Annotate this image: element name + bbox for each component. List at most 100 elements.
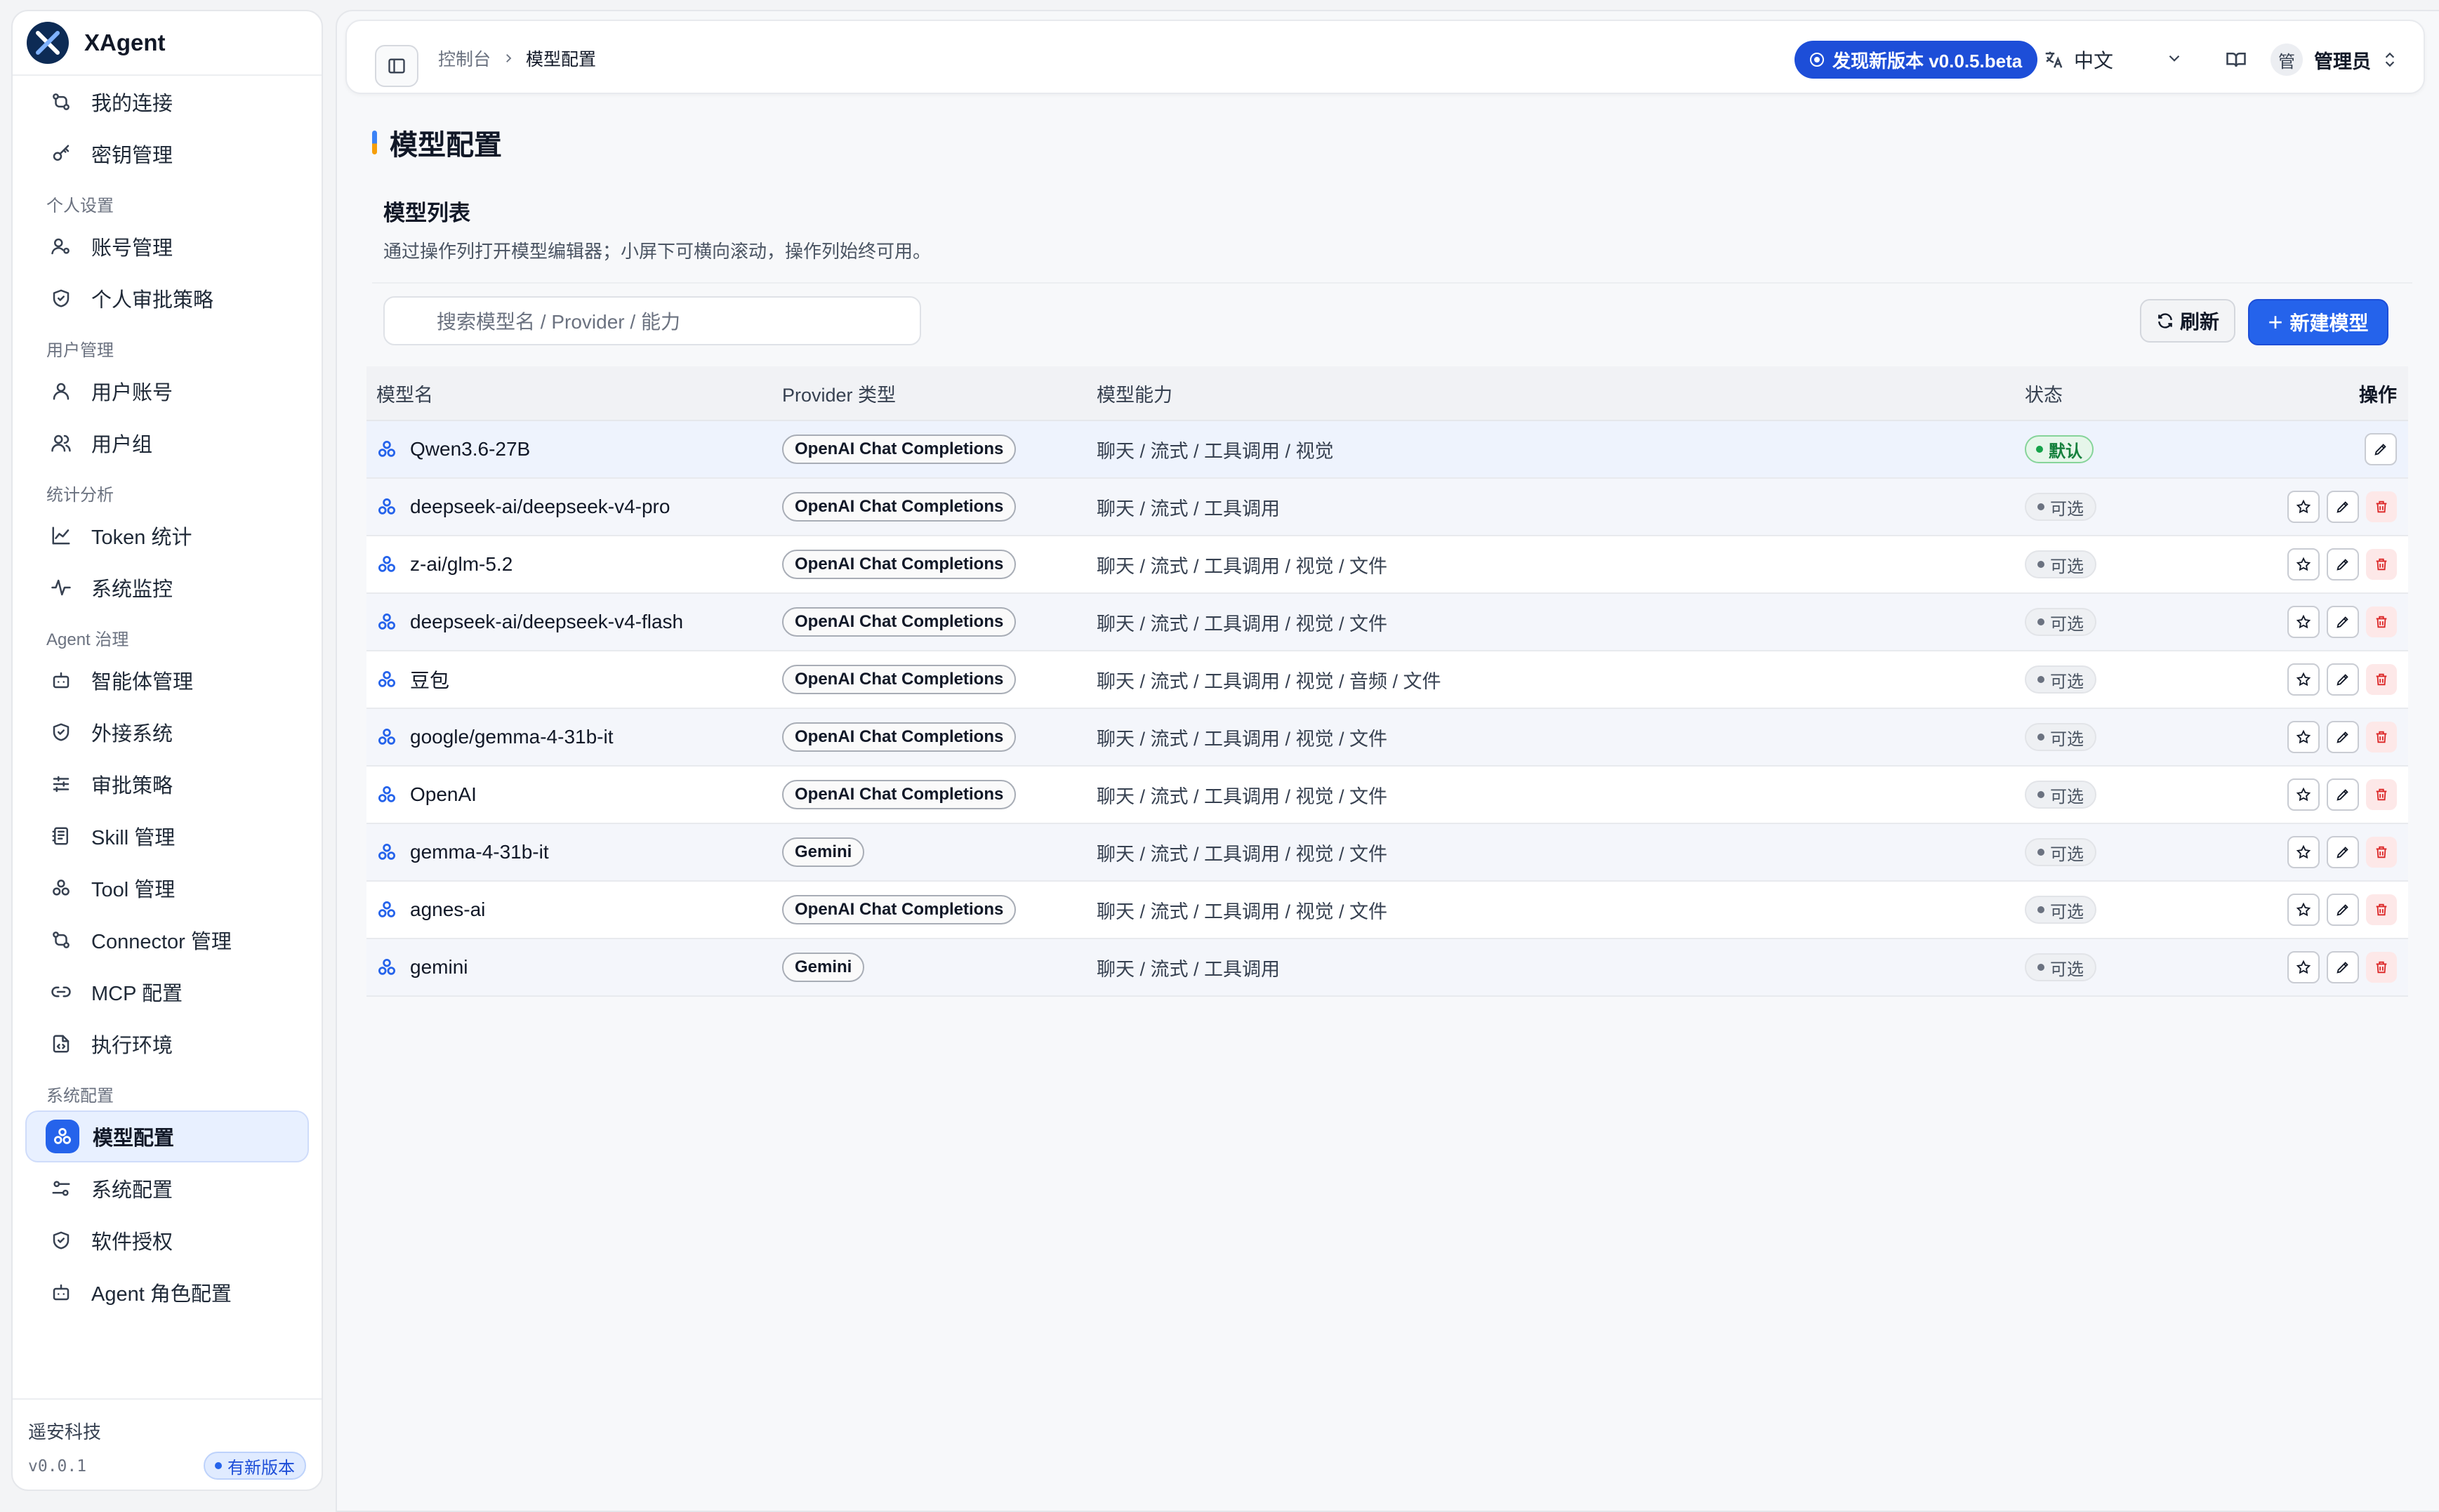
sidebar-item-sidebar-sections-2-items-0[interactable]: Token 统计 (25, 510, 309, 562)
delete-button[interactable] (2366, 664, 2397, 695)
trash-icon (2374, 672, 2389, 687)
sidebar-item-sidebar-sections-3-items-1[interactable]: 外接系统 (25, 706, 309, 758)
edit-button[interactable] (2327, 606, 2359, 638)
panel-left-icon (388, 58, 405, 74)
users-icon (49, 431, 73, 455)
star-icon (2296, 787, 2311, 802)
delete-button[interactable] (2366, 837, 2397, 868)
sidebar-item-sidebar-sections-0-items-0[interactable]: 账号管理 (25, 220, 309, 272)
sidebar-item-sidebar-sections-1-items-1[interactable]: 用户组 (25, 417, 309, 469)
sidebar-item-sidebar-sections-3-items-7[interactable]: 执行环境 (25, 1018, 309, 1070)
delete-button[interactable] (2366, 894, 2397, 925)
delete-button[interactable] (2366, 779, 2397, 810)
set-default-button[interactable] (2287, 894, 2320, 926)
sidebar-toggle-button[interactable] (375, 45, 418, 87)
sidebar-item-sidebar-sections-4-items-1[interactable]: 系统配置 (25, 1162, 309, 1214)
edit-button[interactable] (2327, 836, 2359, 868)
model-name-cell: Qwen3.6-27B (376, 438, 530, 460)
table-row[interactable]: OpenAI OpenAI Chat Completions 聊天 / 流式 /… (366, 767, 2408, 824)
new-version-button[interactable]: 发现新版本 v0.0.5.beta (1794, 41, 2038, 79)
edit-button[interactable] (2327, 778, 2359, 811)
edit-button[interactable] (2327, 894, 2359, 926)
table-row[interactable]: z-ai/glm-5.2 OpenAI Chat Completions 聊天 … (366, 536, 2408, 594)
model-name: deepseek-ai/deepseek-v4-flash (410, 611, 684, 632)
actions-cell (2280, 548, 2397, 581)
update-badge[interactable]: 有新版本 (204, 1452, 306, 1480)
sidebar-item-sidebar-sections-3-items-0[interactable]: 智能体管理 (25, 654, 309, 706)
sidebar-item-sidebar-sections-3-items-2[interactable]: 审批策略 (25, 758, 309, 810)
refresh-icon (2158, 313, 2172, 329)
sidebar-item-sidebar-sections-0-items-1[interactable]: 个人审批策略 (25, 272, 309, 324)
chevron-down-icon[interactable] (2165, 49, 2183, 67)
status-dot-icon (2037, 964, 2044, 971)
table-row[interactable]: Qwen3.6-27B OpenAI Chat Completions 聊天 /… (366, 421, 2408, 479)
sidebar-section-title: 个人设置 (46, 197, 114, 215)
refresh-button[interactable]: 刷新 (2140, 299, 2235, 343)
model-name: gemini (410, 956, 468, 978)
breadcrumb-console[interactable]: 控制台 (438, 46, 491, 71)
provider-cell: OpenAI Chat Completions (782, 722, 1017, 752)
sidebar-item-sidebar-sections-2-items-1[interactable]: 系统监控 (25, 562, 309, 614)
table-row[interactable]: agnes-ai OpenAI Chat Completions 聊天 / 流式… (366, 882, 2408, 939)
sidebar-item-sidebar-sections-3-items-4[interactable]: Tool 管理 (25, 862, 309, 914)
sidebar-item-label: 个人审批策略 (91, 289, 214, 312)
delete-button[interactable] (2366, 491, 2397, 522)
actions-cell (2280, 894, 2397, 926)
search-input[interactable]: 搜索模型名 / Provider / 能力 (383, 296, 921, 345)
shield-license-icon (49, 1228, 73, 1252)
set-default-button[interactable] (2287, 778, 2320, 811)
set-default-button[interactable] (2287, 836, 2320, 868)
delete-button[interactable] (2366, 606, 2397, 637)
sidebar-item-sidebar-sections-3-items-6[interactable]: MCP 配置 (25, 966, 309, 1018)
language-label: 中文 (2074, 50, 2114, 72)
brand[interactable]: XAgent (13, 11, 322, 76)
user-menu[interactable]: 管 管理员 (2271, 39, 2399, 80)
status-badge: 可选 (2025, 896, 2096, 924)
edit-button[interactable] (2327, 491, 2359, 523)
book-open-icon[interactable] (2226, 49, 2247, 70)
new-model-button[interactable]: + 新建模型 (2248, 299, 2388, 345)
set-default-button[interactable] (2287, 606, 2320, 638)
table-row[interactable]: deepseek-ai/deepseek-v4-flash OpenAI Cha… (366, 594, 2408, 651)
set-default-button[interactable] (2287, 721, 2320, 753)
provider-cell: OpenAI Chat Completions (782, 895, 1017, 924)
edit-button[interactable] (2327, 548, 2359, 581)
table-row[interactable]: gemini Gemini 聊天 / 流式 / 工具调用 可选 (366, 939, 2408, 997)
set-default-button[interactable] (2287, 663, 2320, 696)
delete-button[interactable] (2366, 549, 2397, 580)
edit-button[interactable] (2327, 951, 2359, 983)
sidebar-item-label: 账号管理 (91, 237, 173, 260)
edit-button[interactable] (2327, 721, 2359, 753)
capabilities-cell: 聊天 / 流式 / 工具调用 / 视觉 / 文件 (1097, 843, 1388, 865)
sidebar-item-sidebar-sections-4-items-3[interactable]: Agent 角色配置 (25, 1266, 309, 1318)
provider-cell: OpenAI Chat Completions (782, 780, 1017, 809)
sidebar-item-label: 系统监控 (91, 578, 173, 601)
delete-button[interactable] (2366, 722, 2397, 752)
edit-button[interactable] (2365, 433, 2397, 465)
sidebar-item-sidebar-sections-4-items-0[interactable]: 模型配置 (25, 1110, 309, 1162)
status-label: 可选 (2050, 902, 2084, 922)
set-default-button[interactable] (2287, 951, 2320, 983)
set-default-button[interactable] (2287, 548, 2320, 581)
set-default-button[interactable] (2287, 491, 2320, 523)
edit-button[interactable] (2327, 663, 2359, 696)
sidebar-item-sidebar-top_items-0[interactable]: 我的连接 (25, 76, 309, 128)
delete-button[interactable] (2366, 952, 2397, 983)
connector-icon (49, 928, 73, 952)
language-select[interactable]: 中文 (2043, 41, 2113, 79)
sidebar-item-sidebar-sections-3-items-5[interactable]: Connector 管理 (25, 914, 309, 966)
actions-cell (2280, 663, 2397, 696)
sidebar-item-sidebar-sections-1-items-0[interactable]: 用户账号 (25, 365, 309, 417)
sidebar-item-sidebar-sections-3-items-3[interactable]: Skill 管理 (25, 810, 309, 862)
app-name: XAgent (84, 29, 166, 55)
status-badge: 可选 (2025, 781, 2096, 809)
table-row[interactable]: gemma-4-31b-it Gemini 聊天 / 流式 / 工具调用 / 视… (366, 824, 2408, 882)
table-row[interactable]: 豆包 OpenAI Chat Completions 聊天 / 流式 / 工具调… (366, 651, 2408, 709)
table-row[interactable]: google/gemma-4-31b-it OpenAI Chat Comple… (366, 709, 2408, 767)
trash-icon (2374, 902, 2389, 917)
sidebar-item-sidebar-top_items-1[interactable]: 密钥管理 (25, 128, 309, 180)
sidebar-item-sidebar-sections-4-items-2[interactable]: 软件授权 (25, 1214, 309, 1266)
table-row[interactable]: deepseek-ai/deepseek-v4-pro OpenAI Chat … (366, 479, 2408, 536)
sidebar-item-label: 执行环境 (91, 1035, 173, 1057)
page-title: 模型配置 (372, 125, 502, 161)
